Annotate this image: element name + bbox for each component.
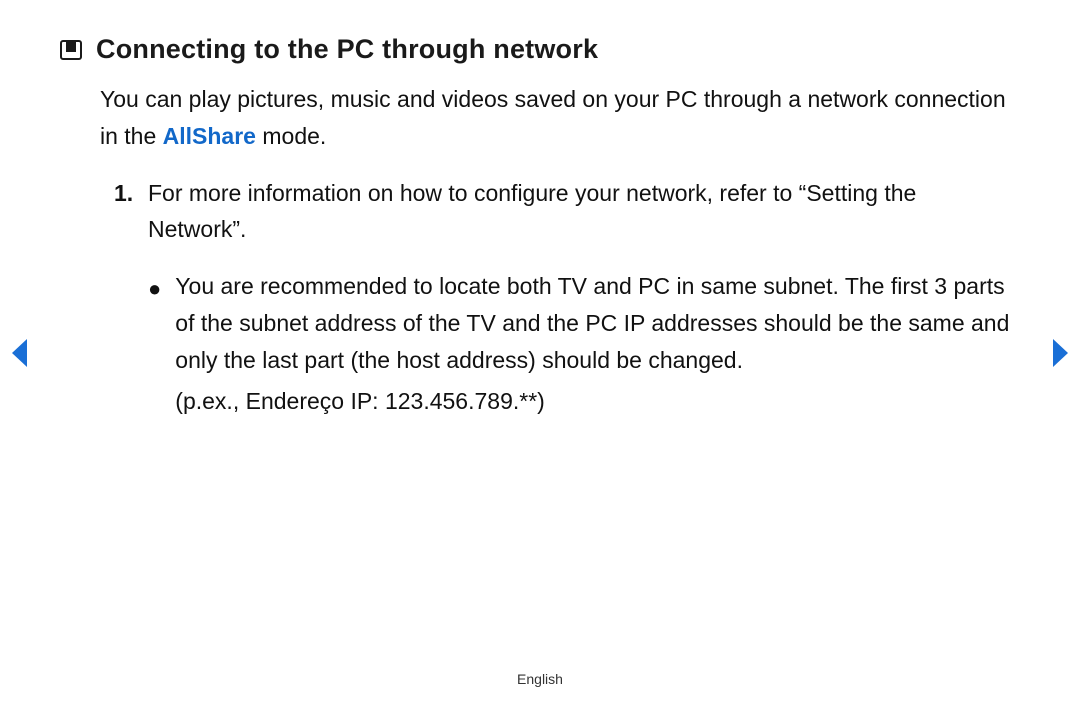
intro-paragraph: You can play pictures, music and videos … bbox=[100, 81, 1020, 155]
chevron-right-icon bbox=[1052, 339, 1070, 367]
unordered-list: ● You are recommended to locate both TV … bbox=[148, 268, 1020, 419]
heading-row: Connecting to the PC through network bbox=[60, 34, 1020, 65]
next-page-button[interactable] bbox=[1052, 339, 1070, 367]
example-text: (p.ex., Endereço IP: 123.456.789.**) bbox=[175, 383, 1020, 420]
intro-text-after: mode. bbox=[256, 123, 326, 149]
bookmark-icon bbox=[60, 40, 82, 62]
allshare-highlight: AllShare bbox=[163, 123, 256, 149]
bullet-text: You are recommended to locate both TV an… bbox=[175, 273, 1009, 373]
ordered-list-item: 1. For more information on how to config… bbox=[114, 175, 1020, 249]
ordered-list: 1. For more information on how to config… bbox=[114, 175, 1020, 420]
prev-page-button[interactable] bbox=[10, 339, 28, 367]
bullet-marker: ● bbox=[148, 270, 161, 419]
ordered-list-text: For more information on how to configure… bbox=[148, 175, 1020, 249]
ordered-list-number: 1. bbox=[114, 175, 138, 249]
list-item: ● You are recommended to locate both TV … bbox=[148, 268, 1020, 419]
footer-language: English bbox=[0, 671, 1080, 687]
page-title: Connecting to the PC through network bbox=[96, 34, 598, 65]
chevron-left-icon bbox=[10, 339, 28, 367]
bullet-text-block: You are recommended to locate both TV an… bbox=[175, 268, 1020, 419]
body-text: You can play pictures, music and videos … bbox=[100, 81, 1020, 419]
document-page: Connecting to the PC through network You… bbox=[0, 0, 1080, 705]
